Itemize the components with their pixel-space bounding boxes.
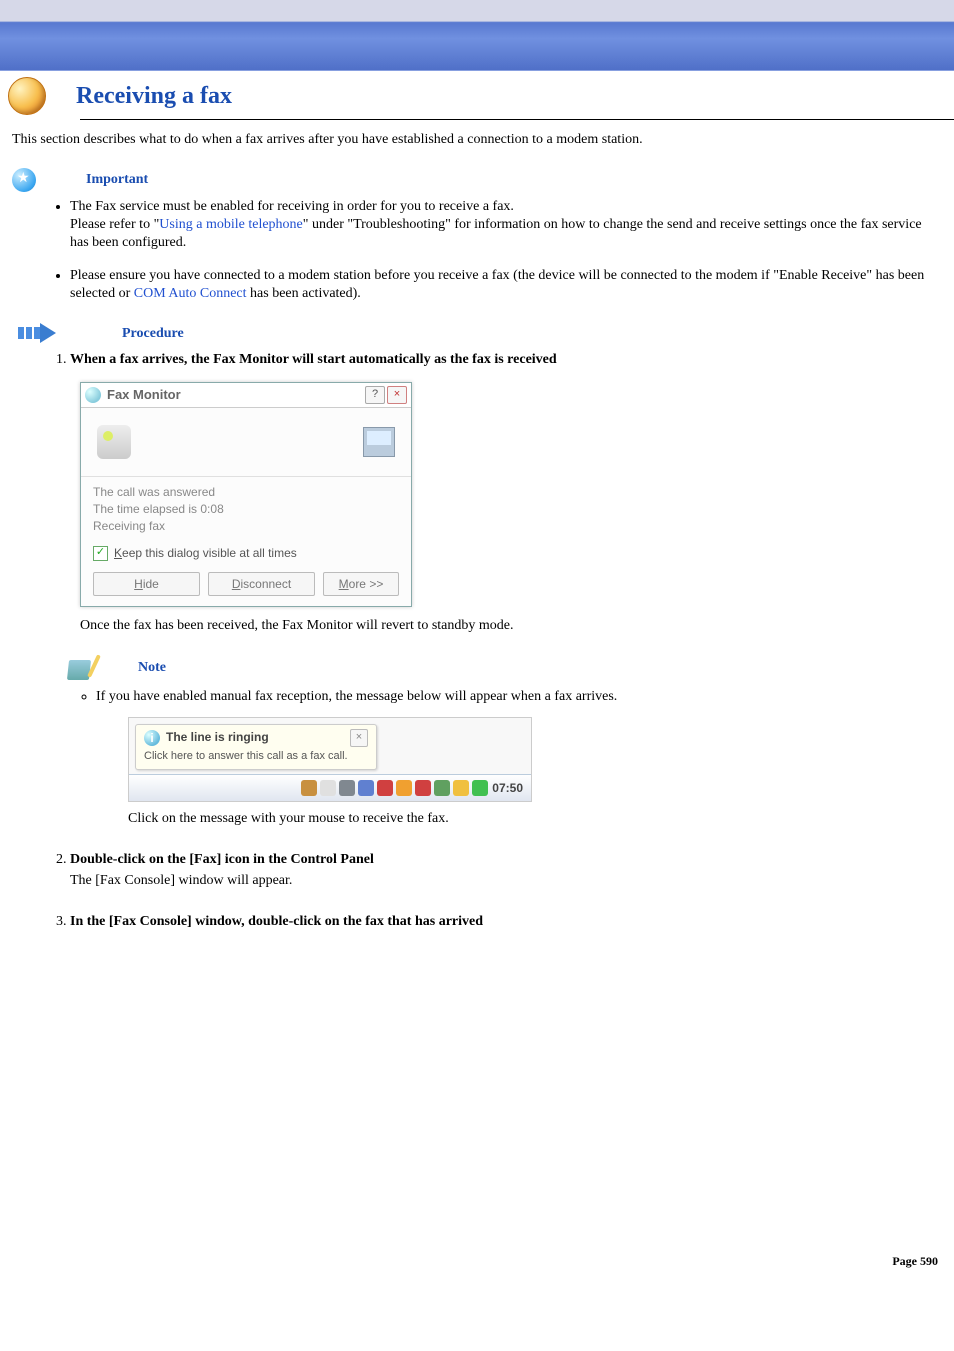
imp2-link[interactable]: COM Auto Connect bbox=[134, 286, 247, 301]
page-number: Page 590 bbox=[0, 974, 954, 1289]
tray-icon[interactable] bbox=[358, 780, 374, 796]
procedure-icon bbox=[18, 323, 60, 345]
fax-monitor-app-icon bbox=[85, 387, 101, 403]
balloon-tip[interactable]: i The line is ringing × Click here to an… bbox=[135, 724, 377, 771]
balloon-message: Click here to answer this call as a fax … bbox=[144, 749, 368, 764]
system-tray: 07:50 bbox=[129, 774, 531, 801]
hide-button[interactable]: Hide bbox=[93, 572, 200, 596]
disconnect-button[interactable]: Disconnect bbox=[208, 572, 315, 596]
tray-icon[interactable] bbox=[320, 780, 336, 796]
fax-machine-icon bbox=[97, 425, 131, 459]
balloon-title: The line is ringing bbox=[166, 729, 350, 745]
note-list: If you have enabled manual fax reception… bbox=[70, 688, 942, 830]
fax-monitor-window: Fax Monitor ? × The call was answered Th… bbox=[80, 382, 412, 607]
balloon-close-button[interactable]: × bbox=[350, 729, 368, 747]
help-button[interactable]: ? bbox=[365, 386, 385, 404]
tray-icon[interactable] bbox=[339, 780, 355, 796]
procedure-row: Procedure bbox=[18, 323, 942, 345]
tray-clock: 07:50 bbox=[492, 780, 523, 796]
tray-icon[interactable] bbox=[377, 780, 393, 796]
step3-title: In the [Fax Console] window, double-clic… bbox=[70, 914, 483, 929]
note-item: If you have enabled manual fax reception… bbox=[96, 688, 942, 830]
tray-icon[interactable] bbox=[415, 780, 431, 796]
body-area: This section describes what to do when a… bbox=[0, 120, 954, 974]
step-3: In the [Fax Console] window, double-clic… bbox=[70, 913, 942, 932]
fax-monitor-titlebar: Fax Monitor ? × bbox=[81, 383, 411, 408]
steps-list: When a fax arrives, the Fax Monitor will… bbox=[12, 351, 942, 932]
imp1-line2a: Please refer to " bbox=[70, 217, 159, 232]
more-button[interactable]: More >> bbox=[323, 572, 399, 596]
tray-icon[interactable] bbox=[472, 780, 488, 796]
info-icon: i bbox=[144, 730, 160, 746]
step1-title: When a fax arrives, the Fax Monitor will… bbox=[70, 352, 557, 367]
important-item: Please ensure you have connected to a mo… bbox=[70, 267, 942, 303]
fax-monitor-title: Fax Monitor bbox=[107, 386, 181, 404]
heading-row: Receiving a fax bbox=[8, 77, 954, 119]
note-text: If you have enabled manual fax reception… bbox=[96, 689, 617, 704]
important-row: Important bbox=[12, 168, 942, 192]
status-line: Receiving fax bbox=[93, 518, 399, 534]
step2-body: The [Fax Console] window will appear. bbox=[70, 872, 942, 891]
step2-title: Double-click on the [Fax] icon in the Co… bbox=[70, 852, 374, 867]
keep-visible-label: Keep this dialog visible at all times bbox=[114, 545, 297, 561]
important-icon bbox=[12, 168, 36, 192]
fax-monitor-animation bbox=[81, 408, 411, 477]
step1-after: Once the fax has been received, the Fax … bbox=[80, 617, 942, 636]
intro-text: This section describes what to do when a… bbox=[12, 132, 942, 148]
important-item: The Fax service must be enabled for rece… bbox=[70, 198, 942, 253]
topic-icon bbox=[8, 77, 46, 115]
note-after: Click on the message with your mouse to … bbox=[128, 810, 942, 829]
status-line: The time elapsed is 0:08 bbox=[93, 501, 399, 517]
imp1-link[interactable]: Using a mobile telephone bbox=[159, 217, 302, 232]
imp1-pre: The Fax service must be enabled for rece… bbox=[70, 199, 514, 214]
balloon-screenshot: i The line is ringing × Click here to an… bbox=[128, 717, 532, 803]
tray-icons bbox=[301, 780, 488, 796]
important-label: Important bbox=[86, 172, 148, 188]
fax-monitor-status: The call was answered The time elapsed i… bbox=[81, 477, 411, 542]
procedure-label: Procedure bbox=[122, 326, 184, 342]
note-icon bbox=[66, 656, 94, 682]
note-label: Note bbox=[138, 659, 166, 678]
imp2-post: has been activated). bbox=[247, 286, 361, 301]
note-row: Note bbox=[66, 656, 942, 682]
page-title: Receiving a fax bbox=[76, 83, 232, 110]
fax-monitor-buttons: Hide Disconnect More >> bbox=[81, 566, 411, 606]
important-list: The Fax service must be enabled for rece… bbox=[12, 198, 942, 303]
close-button[interactable]: × bbox=[387, 386, 407, 404]
step-1: When a fax arrives, the Fax Monitor will… bbox=[70, 351, 942, 829]
checkbox-icon[interactable]: ✓ bbox=[93, 546, 108, 561]
tray-icon[interactable] bbox=[301, 780, 317, 796]
computer-icon bbox=[363, 427, 395, 457]
status-line: The call was answered bbox=[93, 484, 399, 500]
step-2: Double-click on the [Fax] icon in the Co… bbox=[70, 851, 942, 891]
tray-icon[interactable] bbox=[434, 780, 450, 796]
tray-icon[interactable] bbox=[453, 780, 469, 796]
keep-visible-checkbox-row[interactable]: ✓ Keep this dialog visible at all times bbox=[81, 541, 411, 565]
header-banner bbox=[0, 0, 954, 71]
tray-icon[interactable] bbox=[396, 780, 412, 796]
